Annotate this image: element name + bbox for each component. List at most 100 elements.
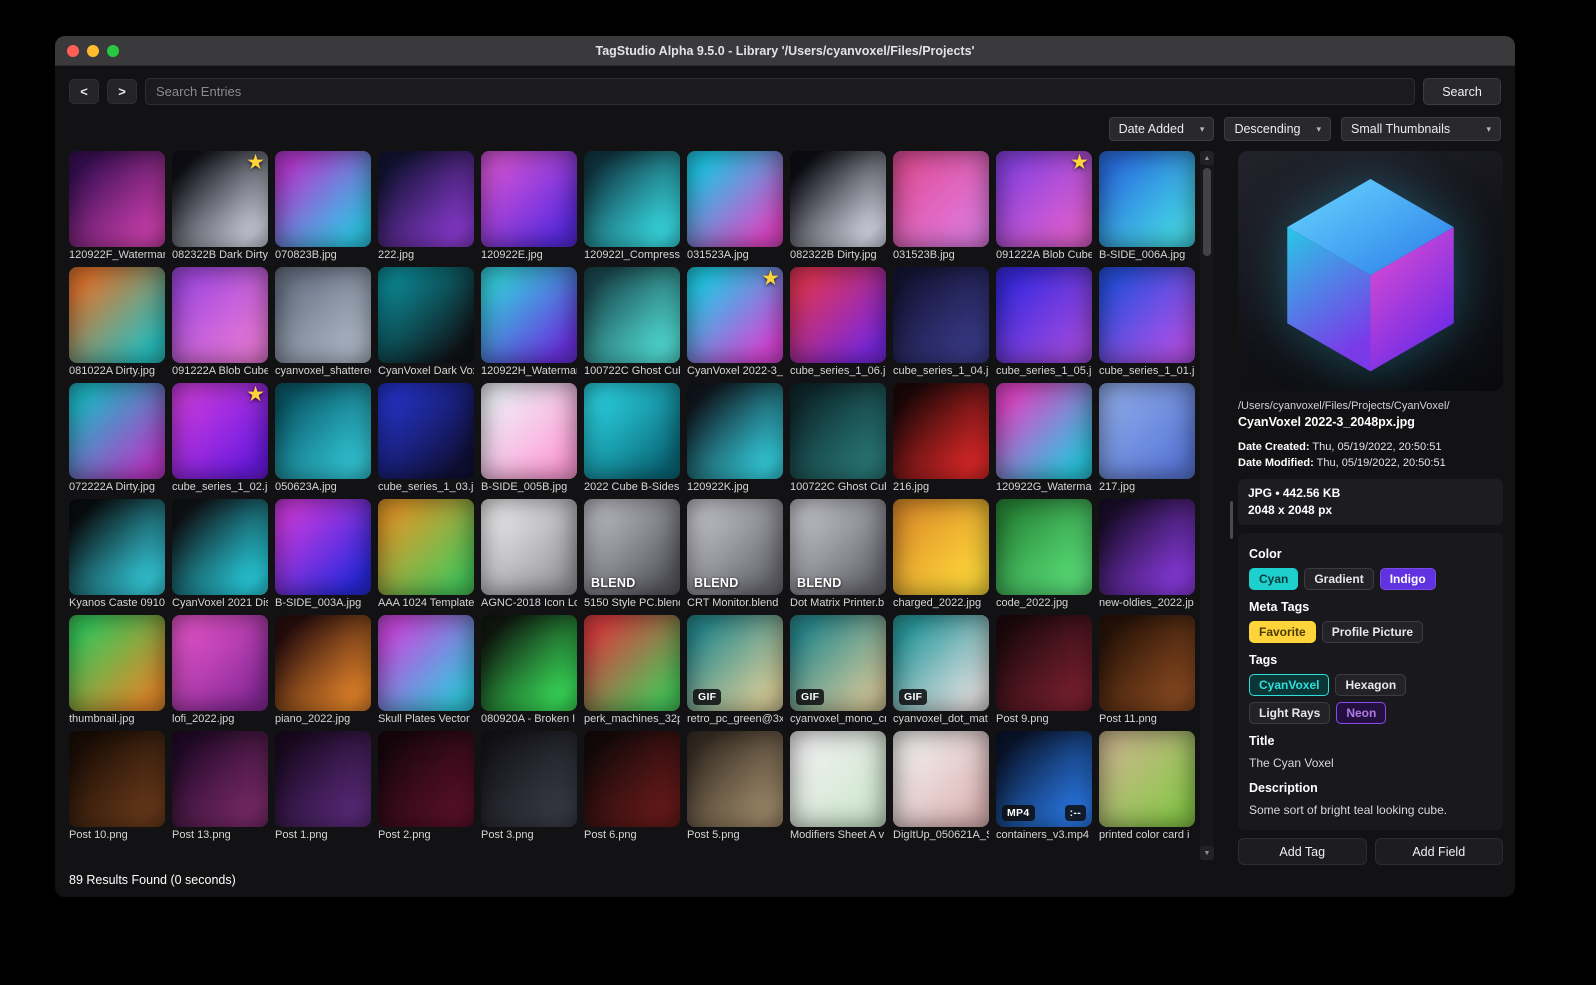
grid-item[interactable]: Post 10.png [69,731,165,843]
grid-item[interactable]: 082322B Dirty.jpg [790,151,886,263]
grid-item[interactable]: BLEND 5150 Style PC.blend [584,499,680,611]
grid-item[interactable]: cube_series_1_04.j [893,267,989,379]
grid-item[interactable]: BLEND CRT Monitor.blend [687,499,783,611]
grid-item[interactable]: perk_machines_32p [584,615,680,727]
grid-item[interactable]: 222.jpg [378,151,474,263]
grid-item[interactable]: cube_series_1_03.j [378,383,474,495]
favorite-star-icon: ★ [761,267,780,290]
grid-item[interactable]: B-SIDE_006A.jpg [1099,151,1195,263]
grid-item[interactable]: 091222A Blob Cube [172,267,268,379]
grid-item[interactable]: ★ 091222A Blob Cube [996,151,1092,263]
grid-item[interactable]: B-SIDE_005B.jpg [481,383,577,495]
grid-item[interactable]: Post 3.png [481,731,577,843]
grid-item[interactable]: GIF retro_pc_green@3x [687,615,783,727]
add-tag-button[interactable]: Add Tag [1238,838,1367,865]
tag-pill[interactable]: Gradient [1304,568,1374,590]
back-button[interactable]: < [69,79,99,104]
minimize-button[interactable] [87,45,99,57]
grid-item[interactable]: ★ cube_series_1_02.j [172,383,268,495]
forward-button[interactable]: > [107,79,137,104]
grid-item[interactable]: AGNC-2018 Icon Lo [481,499,577,611]
grid-item[interactable]: Post 9.png [996,615,1092,727]
thumbnail-label: lofi_2022.jpg [172,713,235,725]
tag-pill[interactable]: Favorite [1249,621,1316,643]
grid-item[interactable]: Skull Plates Vector [378,615,474,727]
sort-field-dropdown[interactable]: Date Added ▾ [1108,117,1215,141]
grid-item[interactable]: CyanVoxel 2021 Dis [172,499,268,611]
grid-item[interactable]: DigItUp_050621A_S [893,731,989,843]
scroll-down-button[interactable]: ▼ [1200,846,1214,860]
grid-item[interactable]: Post 13.png [172,731,268,843]
grid-item[interactable]: 216.jpg [893,383,989,495]
grid-item[interactable]: GIF cyanvoxel_mono_cr [790,615,886,727]
grid-item[interactable]: cube_series_1_06.j [790,267,886,379]
file-dates: Date Created: Thu, 05/19/2022, 20:50:51 … [1238,439,1503,471]
grid-item[interactable]: 120922H_Watermark [481,267,577,379]
grid-item[interactable]: 072222A Dirty.jpg [69,383,165,495]
grid-item[interactable]: 120922I_Compressed [584,151,680,263]
grid-item[interactable]: Modifiers Sheet A v [790,731,886,843]
tag-pill[interactable]: Neon [1336,702,1387,724]
thumbnail [275,151,371,247]
date-created-value: Thu, 05/19/2022, 20:50:51 [1312,441,1442,453]
grid-item[interactable]: Post 2.png [378,731,474,843]
grid-item[interactable]: lofi_2022.jpg [172,615,268,727]
grid-item[interactable]: 120922K.jpg [687,383,783,495]
thumbnail-label: Post 13.png [172,829,231,841]
grid-item[interactable]: ★ 082322B Dark Dirty [172,151,268,263]
panel-scrollbar-thumb[interactable] [1230,501,1233,539]
grid-item[interactable]: 070823B.jpg [275,151,371,263]
grid-item[interactable]: charged_2022.jpg [893,499,989,611]
grid-item[interactable]: CyanVoxel Dark Vox [378,267,474,379]
search-input[interactable] [145,78,1415,105]
grid-item[interactable]: Post 1.png [275,731,371,843]
grid-item[interactable]: 100722C Ghost Cub [584,267,680,379]
grid-item[interactable]: ★ CyanVoxel 2022-3_ [687,267,783,379]
tag-pill[interactable]: CyanVoxel [1249,674,1330,696]
sort-direction-dropdown[interactable]: Descending ▾ [1224,117,1331,141]
grid-item[interactable]: Kyanos Caste 0910: [69,499,165,611]
grid-item[interactable]: GIF cyanvoxel_dot_mat [893,615,989,727]
grid-item[interactable]: 031523A.jpg [687,151,783,263]
grid-item[interactable]: 217.jpg [1099,383,1195,495]
grid-item[interactable]: Post 6.png [584,731,680,843]
grid-item[interactable]: cube_series_1_05.j [996,267,1092,379]
grid-item[interactable]: code_2022.jpg [996,499,1092,611]
tag-pill[interactable]: Indigo [1379,568,1436,590]
grid-item[interactable]: piano_2022.jpg [275,615,371,727]
grid-item[interactable]: B-SIDE_003A.jpg [275,499,371,611]
search-button[interactable]: Search [1423,78,1501,105]
grid-item[interactable]: Post 5.png [687,731,783,843]
grid-item[interactable]: 120922F_Watermark [69,151,165,263]
grid-item[interactable]: MP4:-- containers_v3.mp4 [996,731,1092,843]
grid-item[interactable]: 2022 Cube B-Sides [584,383,680,495]
grid-item[interactable]: BLEND Dot Matrix Printer.b [790,499,886,611]
thumbnail-size-dropdown[interactable]: Small Thumbnails ▾ [1341,117,1501,141]
tag-pill[interactable]: Cyan [1249,568,1299,590]
grid-item[interactable]: 050623A.jpg [275,383,371,495]
grid-item[interactable]: Post 11.png [1099,615,1195,727]
grid-item[interactable]: 120922E.jpg [481,151,577,263]
add-field-button[interactable]: Add Field [1374,838,1503,865]
grid-item[interactable]: cube_series_1_01.j [1099,267,1195,379]
zoom-button[interactable] [107,45,119,57]
grid-item[interactable]: printed color card i [1099,731,1195,843]
thumbnail-label: B-SIDE_005B.jpg [481,481,568,493]
grid-item[interactable]: 080920A - Broken I [481,615,577,727]
tag-pill[interactable]: Light Rays [1249,702,1331,724]
grid-scrollbar[interactable]: ▲ ▼ [1200,151,1214,860]
close-button[interactable] [67,45,79,57]
grid-item[interactable]: 100722C Ghost Cub [790,383,886,495]
grid-item[interactable]: 081022A Dirty.jpg [69,267,165,379]
scrollbar-thumb[interactable] [1203,168,1211,256]
grid-item[interactable]: 120922G_Watermark [996,383,1092,495]
grid-item[interactable]: cyanvoxel_shattered [275,267,371,379]
scroll-up-button[interactable]: ▲ [1200,151,1214,165]
grid-item[interactable]: thumbnail.jpg [69,615,165,727]
tag-pill[interactable]: Hexagon [1335,674,1407,696]
grid-item[interactable]: 031523B.jpg [893,151,989,263]
grid-item[interactable]: new-oldies_2022.jp [1099,499,1195,611]
tag-pill[interactable]: Profile Picture [1321,621,1424,643]
grid-item[interactable]: AAA 1024 Template [378,499,474,611]
description-value: Some sort of bright teal looking cube. [1249,803,1448,817]
